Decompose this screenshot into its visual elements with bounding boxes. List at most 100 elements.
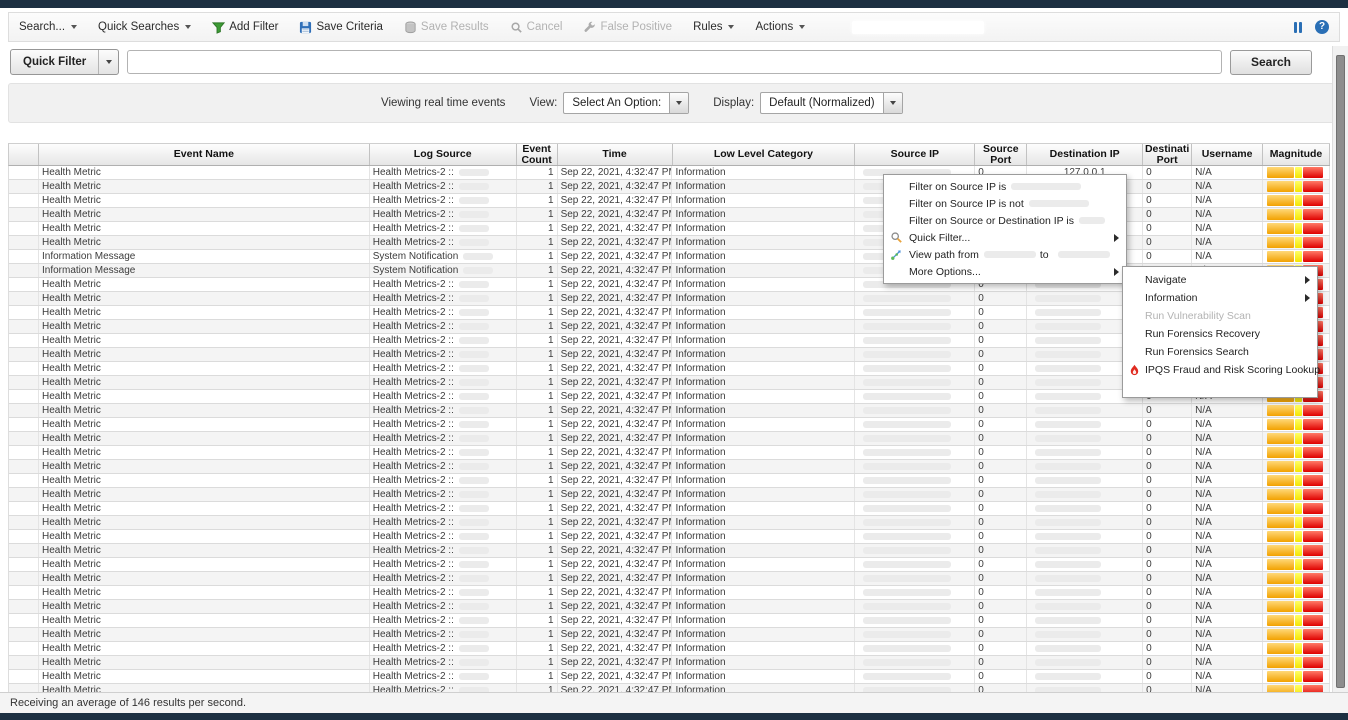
menu-item-more-options[interactable]: More Options... <box>884 263 1126 280</box>
table-row[interactable]: Health MetricHealth Metrics-2 ::1Sep 22,… <box>9 614 1330 628</box>
cell-destination-ip <box>1027 670 1143 683</box>
cell-event-name: Health Metric <box>39 586 370 599</box>
magnitude-segment-amber <box>1267 419 1294 430</box>
menu-item-view-path[interactable]: View path fromto <box>884 246 1126 263</box>
menu-item-filter-source-or-destination-ip-is[interactable]: Filter on Source or Destination IP is <box>884 212 1126 229</box>
rules-menu-label: Rules <box>693 21 722 33</box>
cell-destination-ip <box>1027 600 1143 613</box>
table-row[interactable]: Health MetricHealth Metrics-2 ::1Sep 22,… <box>9 418 1330 432</box>
table-row[interactable]: Health MetricHealth Metrics-2 ::1Sep 22,… <box>9 446 1330 460</box>
add-filter-button[interactable]: Add Filter <box>212 21 278 34</box>
table-row[interactable]: Health MetricHealth Metrics-2 ::1Sep 22,… <box>9 516 1330 530</box>
view-select[interactable]: Select An Option: <box>563 92 689 114</box>
table-row[interactable]: Health MetricHealth Metrics-2 ::1Sep 22,… <box>9 656 1330 670</box>
rules-menu[interactable]: Rules <box>693 21 734 33</box>
cell-event-count: 1 <box>517 404 558 417</box>
menu-item-view-path-label-to: to <box>1040 249 1049 261</box>
magnitude-segment-amber <box>1267 517 1294 528</box>
table-row[interactable]: Health MetricHealth Metrics-2 ::1Sep 22,… <box>9 558 1330 572</box>
actions-menu[interactable]: Actions <box>755 21 805 33</box>
menu-item-information[interactable]: Information <box>1123 289 1317 307</box>
cell-log-source: Health Metrics-2 :: <box>370 460 517 473</box>
table-row[interactable]: Health MetricHealth Metrics-2 ::1Sep 22,… <box>9 586 1330 600</box>
table-row[interactable]: Health MetricHealth Metrics-2 ::1Sep 22,… <box>9 474 1330 488</box>
table-row[interactable]: Health MetricHealth Metrics-2 ::1Sep 22,… <box>9 502 1330 516</box>
table-row[interactable]: Information MessageSystem Notification1S… <box>9 250 1330 264</box>
magnitude-segment-amber <box>1267 237 1294 248</box>
menu-item-information-label: Information <box>1145 292 1198 304</box>
cell-select <box>9 390 39 403</box>
table-row[interactable]: Health MetricHealth Metrics-2 ::1Sep 22,… <box>9 530 1330 544</box>
cell-magnitude <box>1263 432 1330 445</box>
table-row[interactable]: Health MetricHealth Metrics-2 ::1Sep 22,… <box>9 180 1330 194</box>
cell-log-source: Health Metrics-2 :: <box>370 334 517 347</box>
cell-low-level-category: Information <box>672 460 855 473</box>
cell-time: Sep 22, 2021, 4:32:47 PM <box>558 684 673 692</box>
menu-item-run-forensics-search[interactable]: Run Forensics Search <box>1123 343 1317 361</box>
vertical-scrollbar[interactable] <box>1332 46 1348 692</box>
column-header-destination-port[interactable]: Destinati Port <box>1143 144 1192 165</box>
cell-magnitude <box>1263 446 1330 459</box>
menu-item-navigate[interactable]: Navigate <box>1123 271 1317 289</box>
cell-magnitude <box>1263 474 1330 487</box>
menu-item-ipqs-fraud-risk-lookup[interactable]: IPQS Fraud and Risk Scoring Lookup <box>1123 361 1317 379</box>
cell-event-count: 1 <box>517 474 558 487</box>
table-row[interactable]: Health MetricHealth Metrics-2 ::1Sep 22,… <box>9 166 1330 180</box>
search-menu[interactable]: Search... <box>19 21 77 33</box>
save-criteria-button[interactable]: Save Criteria <box>299 21 382 34</box>
table-row[interactable]: Health MetricHealth Metrics-2 ::1Sep 22,… <box>9 488 1330 502</box>
cell-select <box>9 418 39 431</box>
quick-searches-menu[interactable]: Quick Searches <box>98 21 191 33</box>
column-header-event-name[interactable]: Event Name <box>39 144 370 165</box>
display-select[interactable]: Default (Normalized) <box>760 92 902 114</box>
redacted-text <box>1035 603 1101 610</box>
column-header-source-ip[interactable]: Source IP <box>855 144 975 165</box>
magnitude-segment-amber <box>1267 167 1294 178</box>
column-header-low-level-category[interactable]: Low Level Category <box>673 144 856 165</box>
pause-icon[interactable] <box>1294 22 1302 33</box>
table-row[interactable]: Health MetricHealth Metrics-2 ::1Sep 22,… <box>9 432 1330 446</box>
table-row[interactable]: Health MetricHealth Metrics-2 ::1Sep 22,… <box>9 572 1330 586</box>
cell-destination-port: 0 <box>1143 530 1192 543</box>
search-button[interactable]: Search <box>1230 50 1312 75</box>
column-header-source-port[interactable]: Source Port <box>975 144 1027 165</box>
menu-item-run-vulnerability-scan: Run Vulnerability Scan <box>1123 307 1317 325</box>
menu-item-filter-source-ip-is[interactable]: Filter on Source IP is <box>884 178 1126 195</box>
table-row[interactable]: Health MetricHealth Metrics-2 ::1Sep 22,… <box>9 670 1330 684</box>
flame-icon <box>1123 364 1145 377</box>
scrollbar-thumb[interactable] <box>1336 55 1345 688</box>
table-row[interactable]: Health MetricHealth Metrics-2 ::1Sep 22,… <box>9 208 1330 222</box>
table-row[interactable]: Health MetricHealth Metrics-2 ::1Sep 22,… <box>9 600 1330 614</box>
table-row[interactable]: Health MetricHealth Metrics-2 ::1Sep 22,… <box>9 236 1330 250</box>
cell-low-level-category: Information <box>672 488 855 501</box>
column-header-username[interactable]: Username <box>1192 144 1263 165</box>
column-header-time[interactable]: Time <box>558 144 673 165</box>
table-row[interactable]: Health MetricHealth Metrics-2 ::1Sep 22,… <box>9 222 1330 236</box>
table-row[interactable]: Health MetricHealth Metrics-2 ::1Sep 22,… <box>9 642 1330 656</box>
cell-destination-ip <box>1027 446 1143 459</box>
quick-filter-input[interactable] <box>127 50 1222 74</box>
column-header-destination-ip[interactable]: Destination IP <box>1027 144 1143 165</box>
table-row[interactable]: Health MetricHealth Metrics-2 ::1Sep 22,… <box>9 544 1330 558</box>
table-row[interactable]: Health MetricHealth Metrics-2 ::1Sep 22,… <box>9 194 1330 208</box>
view-label: View: <box>529 97 557 109</box>
column-header-log-source[interactable]: Log Source <box>370 144 517 165</box>
table-row[interactable]: Health MetricHealth Metrics-2 ::1Sep 22,… <box>9 460 1330 474</box>
status-bar-text: Receiving an average of 146 results per … <box>10 697 246 709</box>
cell-log-source: Health Metrics-2 :: <box>370 320 517 333</box>
cell-event-name: Health Metric <box>39 600 370 613</box>
redacted-text <box>459 407 489 414</box>
column-header-event-count[interactable]: Event Count <box>517 144 558 165</box>
menu-item-filter-source-ip-is-not[interactable]: Filter on Source IP is not <box>884 195 1126 212</box>
cell-destination-port: 0 <box>1143 586 1192 599</box>
menu-item-quick-filter[interactable]: Quick Filter... <box>884 229 1126 246</box>
table-row[interactable]: Health MetricHealth Metrics-2 ::1Sep 22,… <box>9 404 1330 418</box>
table-row[interactable]: Health MetricHealth Metrics-2 ::1Sep 22,… <box>9 684 1330 692</box>
menu-item-run-forensics-recovery[interactable]: Run Forensics Recovery <box>1123 325 1317 343</box>
table-row[interactable]: Health MetricHealth Metrics-2 ::1Sep 22,… <box>9 628 1330 642</box>
help-icon[interactable]: ? <box>1315 20 1329 34</box>
cell-magnitude <box>1263 530 1330 543</box>
cell-time: Sep 22, 2021, 4:32:47 PM <box>558 586 673 599</box>
column-header-magnitude[interactable]: Magnitude <box>1263 144 1330 165</box>
quick-filter-dropdown[interactable]: Quick Filter <box>10 49 119 75</box>
